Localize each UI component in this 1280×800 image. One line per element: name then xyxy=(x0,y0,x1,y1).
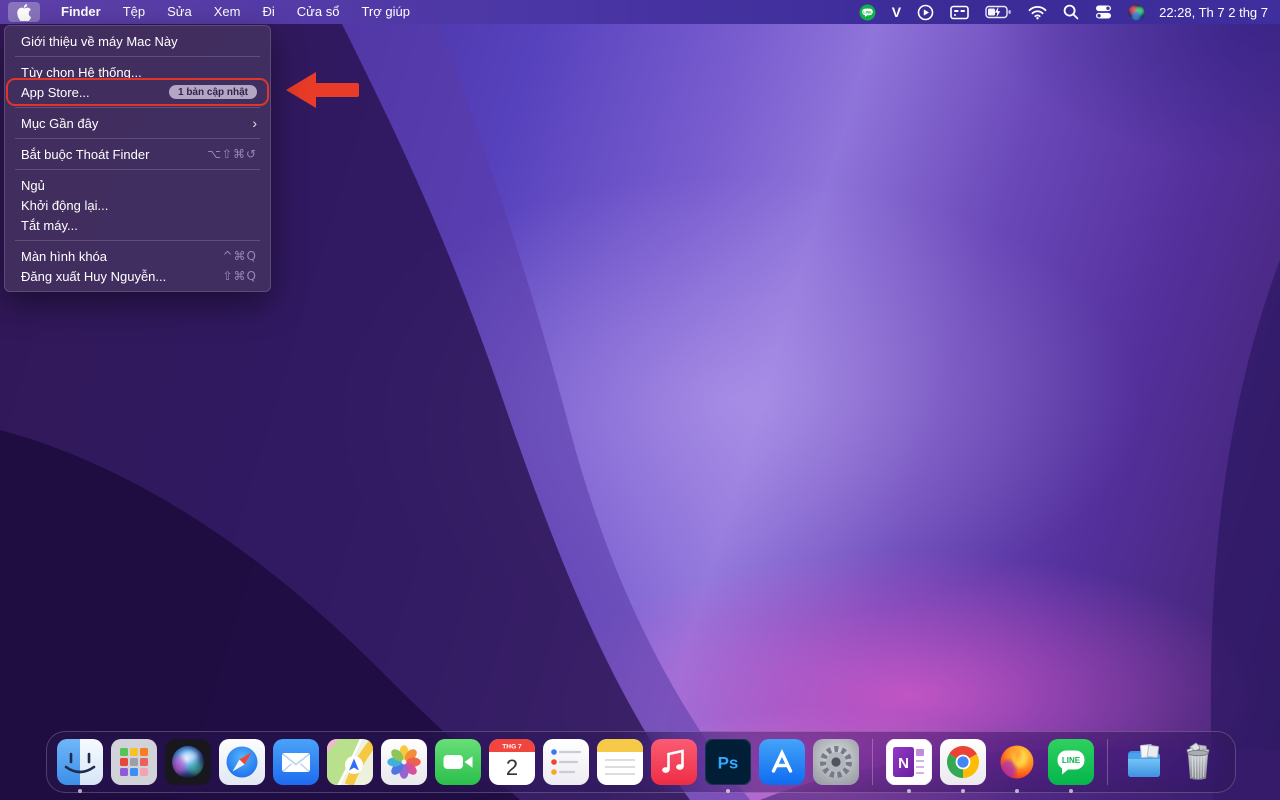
apple-menu-button[interactable] xyxy=(8,2,40,22)
dock-system-preferences-icon[interactable] xyxy=(813,739,859,785)
menu-window[interactable]: Cửa sổ xyxy=(286,0,351,24)
menu-separator xyxy=(15,240,260,241)
menu-item-force-quit[interactable]: Bắt buộc Thoát Finder ⌥⇧⌘↺ xyxy=(5,144,270,164)
dock-launchpad-icon[interactable] xyxy=(111,739,157,785)
dock: THG 7 2 Ps N LINE xyxy=(46,731,1236,793)
desktop: Finder Tệp Sửa Xem Đi Cửa sổ Trợ giúp LI… xyxy=(0,0,1280,800)
menu-item-lock-screen[interactable]: Màn hình khóa ^⌘Q xyxy=(5,246,270,266)
svg-text:2: 2 xyxy=(506,755,518,780)
svg-text:N: N xyxy=(898,755,909,772)
dock-mail-icon[interactable] xyxy=(273,739,319,785)
svg-text:LINE: LINE xyxy=(1062,756,1081,765)
menu-help[interactable]: Trợ giúp xyxy=(350,0,421,24)
menu-bar: Finder Tệp Sửa Xem Đi Cửa sổ Trợ giúp LI… xyxy=(0,0,1280,24)
dock-finder-icon[interactable] xyxy=(57,739,103,793)
menu-item-recent-items[interactable]: Mục Gần đây › xyxy=(5,113,270,133)
dock-siri-icon[interactable] xyxy=(165,739,211,785)
menu-separator xyxy=(15,169,260,170)
app-menus: Finder Tệp Sửa Xem Đi Cửa sổ Trợ giúp xyxy=(50,0,421,24)
dock-music-icon[interactable] xyxy=(651,739,697,785)
wifi-icon[interactable] xyxy=(1024,1,1051,23)
apple-menu-panel: Giới thiệu về máy Mac Này Tùy chọn Hệ th… xyxy=(4,25,271,292)
dock-trash-icon[interactable] xyxy=(1175,739,1221,785)
menu-separator xyxy=(15,107,260,108)
update-count-badge: 1 bản cập nhật xyxy=(168,85,257,99)
menu-separator xyxy=(15,138,260,139)
menu-edit[interactable]: Sửa xyxy=(156,0,203,24)
siri-orb-icon[interactable] xyxy=(1124,1,1149,23)
svg-text:LINE: LINE xyxy=(863,10,872,14)
menu-separator xyxy=(15,56,260,57)
dock-calendar-icon[interactable]: THG 7 2 xyxy=(489,739,535,785)
menu-item-about-this-mac[interactable]: Giới thiệu về máy Mac Này xyxy=(5,31,270,51)
dock-divider xyxy=(1107,739,1108,785)
menu-item-system-preferences[interactable]: Tùy chọn Hệ thống... xyxy=(5,62,270,82)
menu-view[interactable]: Xem xyxy=(203,0,252,24)
dock-divider xyxy=(872,739,873,785)
dock-facetime-icon[interactable] xyxy=(435,739,481,785)
menu-item-shut-down[interactable]: Tắt máy... xyxy=(5,215,270,235)
svg-text:Ps: Ps xyxy=(718,754,739,773)
apple-icon xyxy=(16,3,31,21)
now-playing-icon[interactable] xyxy=(913,1,938,23)
dock-notes-icon[interactable] xyxy=(597,739,643,785)
menu-item-log-out[interactable]: Đăng xuất Huy Nguyễn... ⇧⌘Q xyxy=(5,266,270,286)
menu-item-restart[interactable]: Khởi động lại... xyxy=(5,195,270,215)
dock-reminders-icon[interactable] xyxy=(543,739,589,785)
svg-text:THG 7: THG 7 xyxy=(502,744,522,751)
dock-downloads-folder-icon[interactable] xyxy=(1121,739,1167,785)
submenu-chevron-icon: › xyxy=(252,115,257,131)
dock-line-icon[interactable]: LINE xyxy=(1048,739,1094,793)
control-center-icon[interactable] xyxy=(1091,1,1116,23)
shortcut-log-out: ⇧⌘Q xyxy=(222,269,257,283)
line-icon[interactable]: LINE xyxy=(855,1,880,23)
dock-onenote-icon[interactable]: N xyxy=(886,739,932,793)
dock-app-store-icon[interactable] xyxy=(759,739,805,785)
search-icon[interactable] xyxy=(1059,1,1083,23)
dock-safari-icon[interactable] xyxy=(219,739,265,785)
dock-photoshop-icon[interactable]: Ps xyxy=(705,739,751,793)
menubar-clock[interactable]: 22:28, Th 7 2 thg 7 xyxy=(1159,5,1268,20)
menu-item-sleep[interactable]: Ngủ xyxy=(5,175,270,195)
input-source-icon[interactable] xyxy=(946,1,973,23)
dock-photos-icon[interactable] xyxy=(381,739,427,785)
menu-file[interactable]: Tệp xyxy=(112,0,156,24)
battery-charging-icon[interactable] xyxy=(981,1,1016,23)
menu-item-app-store[interactable]: App Store... 1 bản cập nhật xyxy=(5,78,270,106)
dock-chrome-icon[interactable] xyxy=(940,739,986,793)
annotation-arrow-icon xyxy=(286,72,360,108)
dock-maps-icon[interactable] xyxy=(327,739,373,785)
dock-firefox-icon[interactable] xyxy=(994,739,1040,793)
menu-finder[interactable]: Finder xyxy=(50,0,112,24)
shortcut-lock-screen: ^⌘Q xyxy=(222,249,257,263)
menu-go[interactable]: Đi xyxy=(251,0,285,24)
v-app-icon[interactable]: V xyxy=(888,1,905,23)
shortcut-force-quit: ⌥⇧⌘↺ xyxy=(207,147,257,161)
